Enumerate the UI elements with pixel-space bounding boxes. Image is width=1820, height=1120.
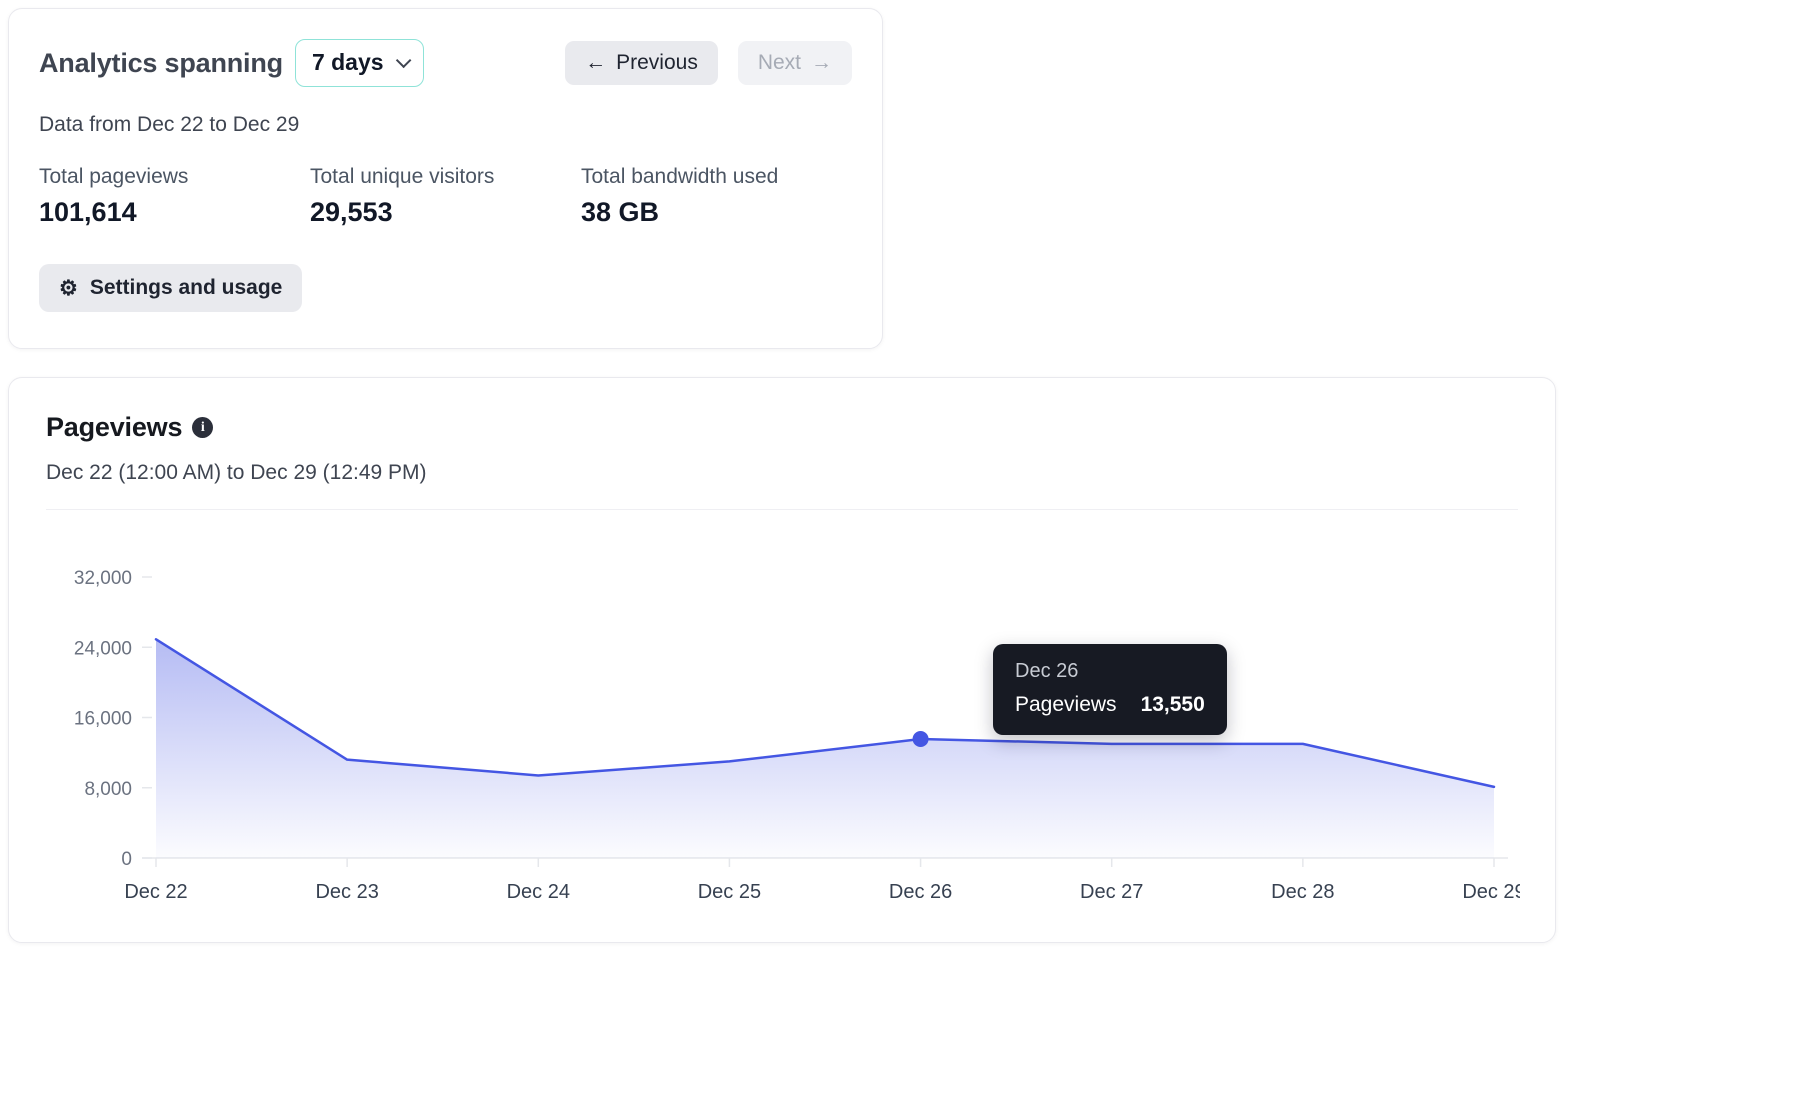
svg-text:Dec 25: Dec 25 xyxy=(698,881,761,903)
svg-text:Dec 26: Dec 26 xyxy=(889,881,952,903)
gear-icon: ⚙ xyxy=(59,276,78,300)
analytics-header: Analytics spanning 7 days ← Previous Nex… xyxy=(39,39,852,87)
stat-label: Total pageviews xyxy=(39,165,189,188)
stat-total-unique-visitors: Total unique visitors 29,553 xyxy=(310,165,581,228)
stats-row: Total pageviews 101,614 Total unique vis… xyxy=(39,165,852,228)
next-button[interactable]: Next → xyxy=(737,41,852,85)
divider xyxy=(46,509,1518,510)
range-selector-value: 7 days xyxy=(311,49,384,75)
svg-text:Dec 23: Dec 23 xyxy=(315,881,378,903)
arrow-left-icon: ← xyxy=(585,51,607,74)
svg-text:24,000: 24,000 xyxy=(74,638,132,659)
pageviews-card: Pageviews i Dec 22 (12:00 AM) to Dec 29 … xyxy=(8,377,1556,943)
tooltip-row: Pageviews 13,550 xyxy=(1015,693,1205,717)
chart-tooltip: Dec 26 Pageviews 13,550 xyxy=(993,644,1227,735)
svg-text:Dec 28: Dec 28 xyxy=(1271,881,1334,903)
svg-text:0: 0 xyxy=(121,849,132,870)
pageviews-title-row: Pageviews i xyxy=(46,412,1518,443)
svg-text:Dec 22: Dec 22 xyxy=(124,881,187,903)
svg-text:16,000: 16,000 xyxy=(74,709,132,730)
date-range-subtitle: Data from Dec 22 to Dec 29 xyxy=(39,113,300,136)
chart-date-range: Dec 22 (12:00 AM) to Dec 29 (12:49 PM) xyxy=(46,461,427,484)
info-icon[interactable]: i xyxy=(192,417,214,438)
pageviews-title: Pageviews xyxy=(46,412,183,442)
chart-area: 0 8,000 16,000 24,000 32,000 Dec 22 Dec 23 Dec … xyxy=(46,532,1520,912)
stat-value: 101,614 xyxy=(39,197,137,227)
stat-label: Total unique visitors xyxy=(310,165,495,188)
settings-and-usage-button[interactable]: ⚙ Settings and usage xyxy=(39,264,303,312)
svg-text:Dec 24: Dec 24 xyxy=(507,881,570,903)
previous-button-label: Previous xyxy=(616,51,698,74)
tooltip-date: Dec 26 xyxy=(1015,660,1079,682)
analytics-title: Analytics spanning xyxy=(39,47,283,78)
tooltip-value: 13,550 xyxy=(1140,693,1205,716)
stat-value: 29,553 xyxy=(310,197,393,227)
svg-text:Dec 27: Dec 27 xyxy=(1080,881,1143,903)
svg-text:32,000: 32,000 xyxy=(74,568,132,589)
pagination-buttons: ← Previous Next → xyxy=(565,41,852,85)
stat-label: Total bandwidth used xyxy=(581,165,779,188)
next-button-label: Next xyxy=(757,51,801,74)
analytics-card: Analytics spanning 7 days ← Previous Nex… xyxy=(8,8,883,349)
stat-total-bandwidth: Total bandwidth used 38 GB xyxy=(581,165,852,228)
previous-button[interactable]: ← Previous xyxy=(565,41,718,85)
stat-value: 38 GB xyxy=(581,197,660,227)
svg-text:Dec 29: Dec 29 xyxy=(1462,881,1520,903)
tooltip-label: Pageviews xyxy=(1015,693,1117,716)
stat-total-pageviews: Total pageviews 101,614 xyxy=(39,165,310,228)
svg-text:8,000: 8,000 xyxy=(84,779,132,800)
range-selector[interactable]: 7 days xyxy=(294,39,424,87)
settings-button-label: Settings and usage xyxy=(89,276,283,299)
chevron-down-icon xyxy=(395,52,411,69)
arrow-right-icon: → xyxy=(811,51,832,74)
pageviews-chart[interactable]: 0 8,000 16,000 24,000 32,000 Dec 22 Dec 23 Dec … xyxy=(46,532,1520,912)
